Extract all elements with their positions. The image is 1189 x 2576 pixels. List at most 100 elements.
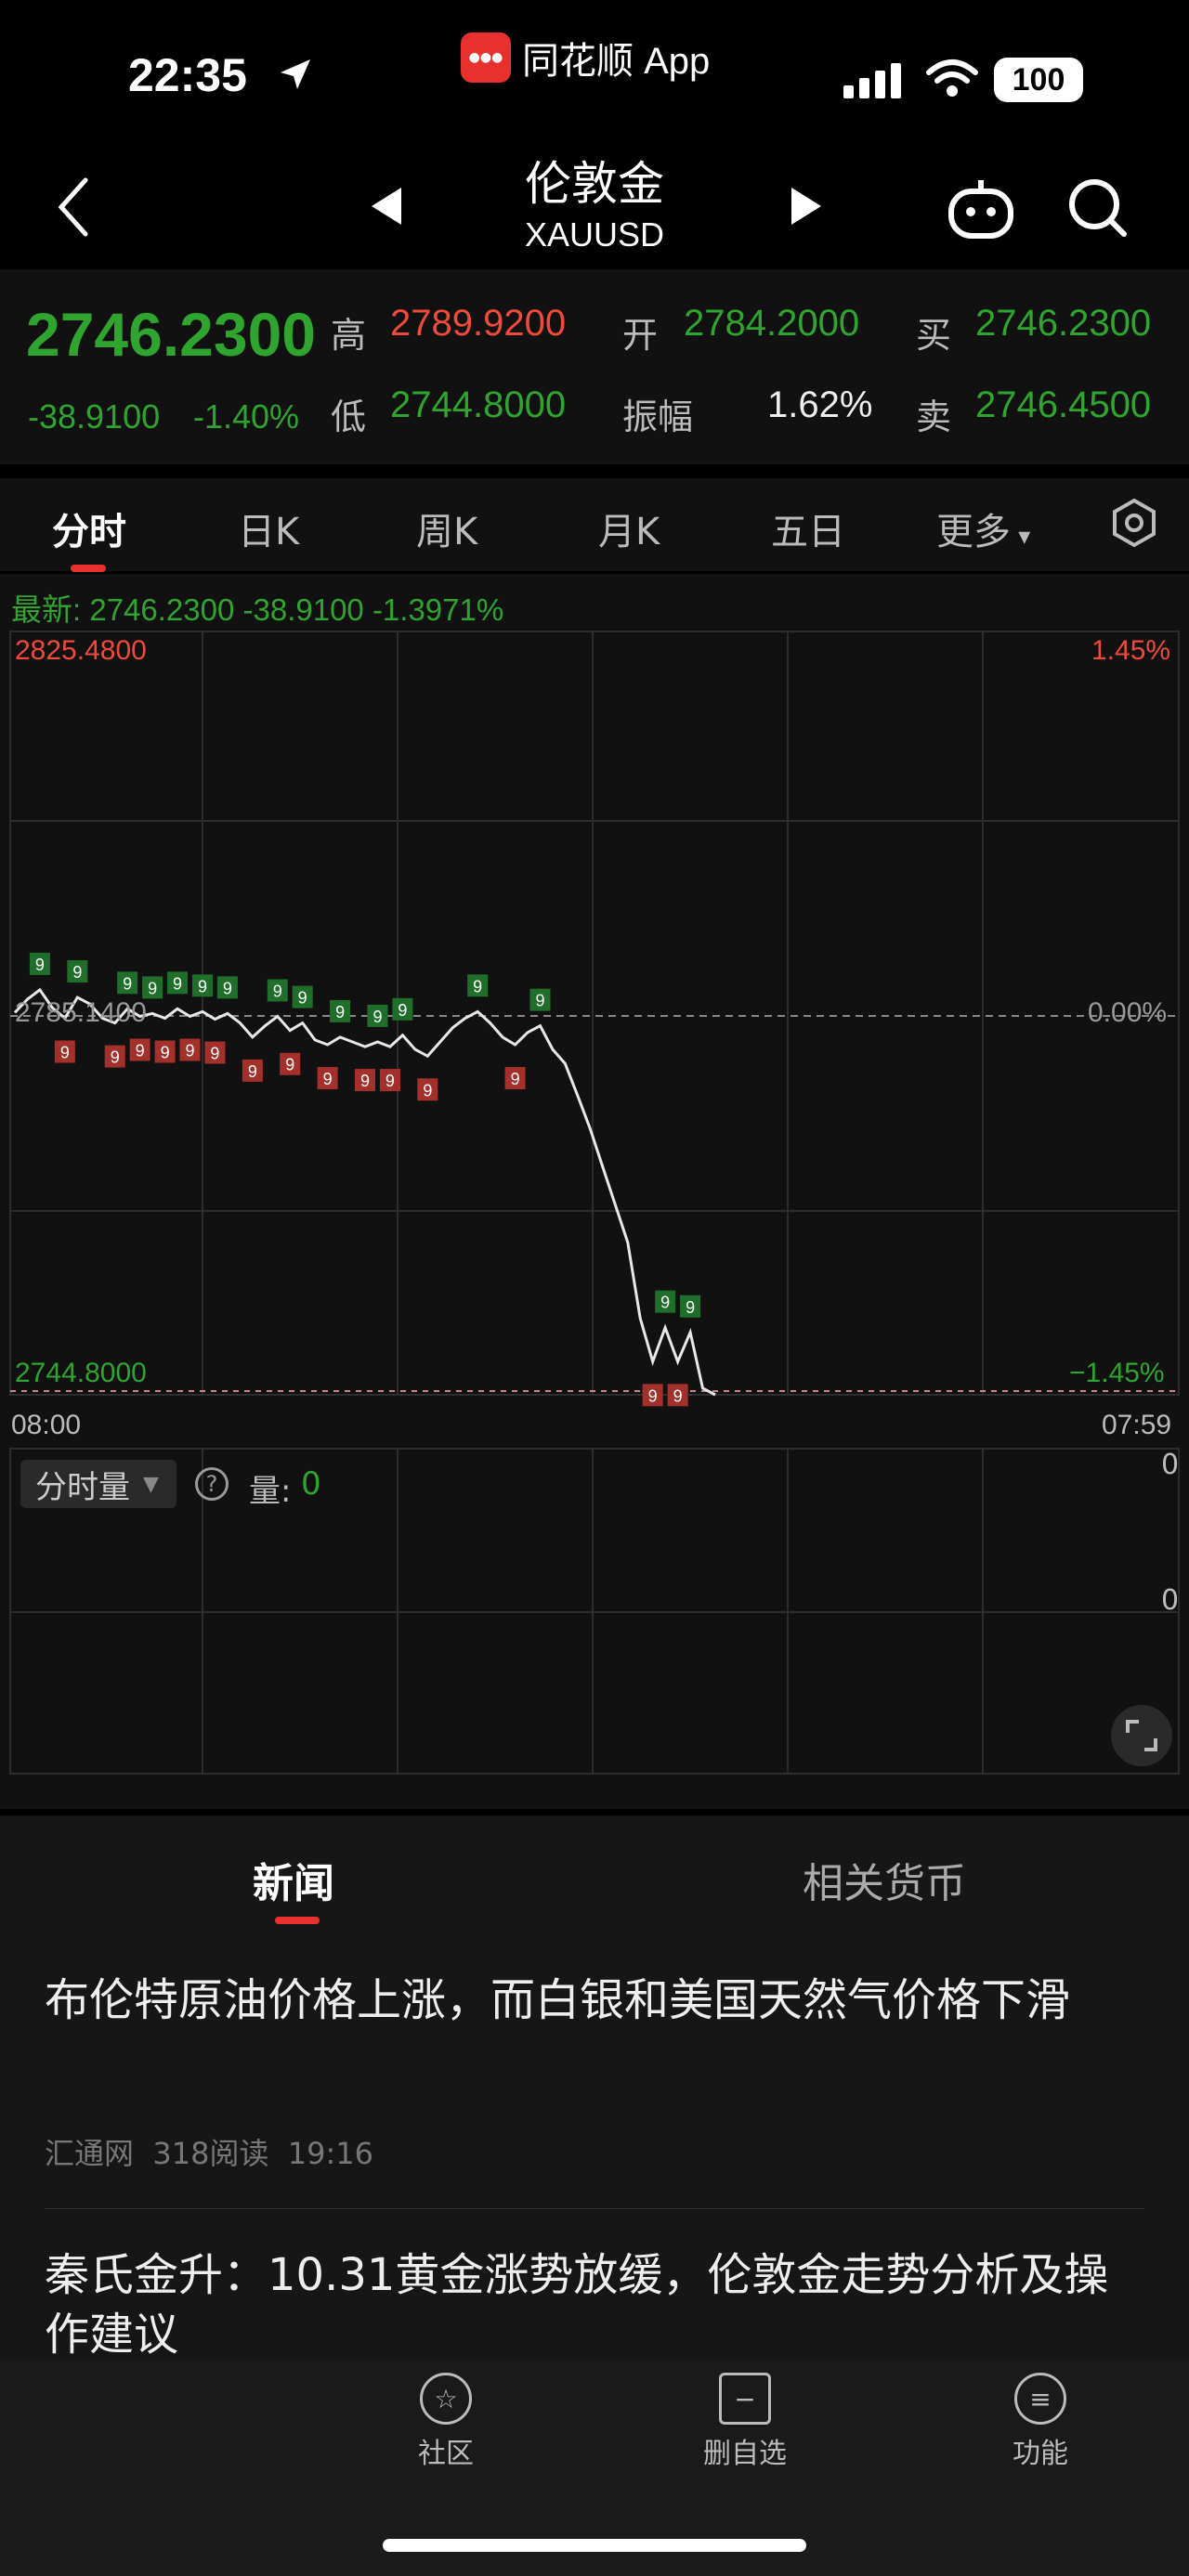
news-reads: 318阅读 bbox=[152, 2136, 269, 2171]
search-icon[interactable] bbox=[1066, 176, 1130, 243]
bottom-nav-functions[interactable]: ≡ 功能 bbox=[975, 2373, 1105, 2471]
y-axis-max: 2825.4800 bbox=[15, 635, 147, 666]
signal-marker-label: 9 bbox=[173, 974, 182, 993]
bottom-nav-community[interactable]: ☆ 社区 bbox=[381, 2373, 511, 2471]
buy-value: 2746.2300 bbox=[975, 303, 1152, 344]
news-source: 汇通网 bbox=[45, 2136, 135, 2171]
signal-marker-label: 9 bbox=[198, 977, 207, 995]
signal-marker-label: 9 bbox=[161, 1044, 170, 1062]
open-label: 开 bbox=[622, 315, 659, 356]
signal-marker-label: 9 bbox=[335, 1003, 345, 1021]
community-icon: ☆ bbox=[420, 2373, 472, 2425]
signal-marker-label: 9 bbox=[60, 1044, 70, 1062]
pct-axis-min: −1.45% bbox=[1069, 1358, 1165, 1388]
tab-weekly-k[interactable]: 周K bbox=[416, 501, 477, 555]
news-item-title[interactable]: 秦氏金升：10.31黄金涨势放缓，伦敦金走势分析及操作建议 bbox=[45, 2245, 1150, 2364]
signal-marker-label: 9 bbox=[273, 982, 282, 1000]
tab-five-day[interactable]: 五日 bbox=[771, 501, 845, 555]
chart-grid bbox=[9, 631, 1180, 1775]
chart-settings-icon[interactable] bbox=[1109, 498, 1159, 552]
price-change-pct: -1.40% bbox=[193, 397, 300, 436]
signal-marker-label: 9 bbox=[398, 1001, 407, 1020]
signal-marker-label: 9 bbox=[136, 1041, 145, 1060]
signal-marker-label: 9 bbox=[111, 1048, 120, 1067]
open-value: 2784.2000 bbox=[684, 303, 860, 344]
tab-intraday[interactable]: 分时 bbox=[52, 501, 126, 555]
y-axis-mid: 2785.1400 bbox=[15, 997, 147, 1028]
buy-label: 买 bbox=[916, 315, 952, 356]
tab-related-currency[interactable]: 相关货币 bbox=[803, 1850, 966, 1909]
signal-marker-label: 9 bbox=[185, 1041, 194, 1060]
tab-news[interactable]: 新闻 bbox=[253, 1850, 334, 1909]
tab-daily-k[interactable]: 日K bbox=[238, 501, 299, 555]
signal-marker-label: 9 bbox=[360, 1072, 370, 1090]
signal-marker-label: 9 bbox=[535, 992, 544, 1010]
signal-marker-label: 9 bbox=[148, 979, 157, 997]
caret-down-icon: ▼ bbox=[143, 1472, 159, 1496]
signal-marker-label: 9 bbox=[423, 1081, 432, 1099]
price-change: -38.9100 bbox=[28, 397, 161, 436]
remove-watchlist-icon: − bbox=[719, 2373, 771, 2425]
x-axis-end: 07:59 bbox=[1102, 1410, 1172, 1440]
next-item-icon[interactable] bbox=[788, 186, 825, 230]
amplitude-value: 1.62% bbox=[767, 384, 873, 425]
signal-marker-label: 9 bbox=[660, 1294, 670, 1312]
sell-label: 卖 bbox=[916, 397, 952, 437]
news-item-meta: 汇通网 318阅读 19:16 bbox=[45, 2130, 373, 2173]
news-tab-indicator bbox=[275, 1917, 320, 1924]
volume-selector[interactable]: 分时量 ▼ bbox=[20, 1460, 176, 1508]
active-tab-indicator bbox=[71, 565, 106, 572]
signal-marker-label: 9 bbox=[35, 956, 45, 974]
app-indicator[interactable]: ●●● 同花顺 App bbox=[461, 33, 711, 83]
fullscreen-icon[interactable] bbox=[1111, 1705, 1172, 1766]
signal-marker-label: 9 bbox=[223, 979, 232, 997]
signal-marker-label: 9 bbox=[298, 989, 307, 1008]
signal-marker-label: 9 bbox=[385, 1072, 395, 1090]
help-icon[interactable]: ? bbox=[195, 1467, 229, 1501]
high-label: 高 bbox=[331, 315, 367, 356]
bottom-nav-label: 删自选 bbox=[703, 2438, 787, 2470]
app-logo-icon: ●●● bbox=[461, 33, 511, 83]
high-value: 2789.9200 bbox=[390, 303, 567, 344]
news-item-title[interactable]: 布伦特原油价格上涨，而白银和美国天然气价格下滑 bbox=[45, 1971, 1150, 2030]
sell-value: 2746.4500 bbox=[975, 384, 1152, 425]
pct-axis-mid: 0.00% bbox=[1088, 997, 1168, 1028]
signal-marker-label: 9 bbox=[285, 1056, 294, 1074]
signal-marker-label: 9 bbox=[210, 1045, 219, 1063]
status-time: 22:35 bbox=[128, 49, 247, 101]
bottom-nav-label: 功能 bbox=[1013, 2438, 1068, 2470]
pct-axis-max: 1.45% bbox=[1091, 635, 1171, 666]
tab-monthly-k[interactable]: 月K bbox=[598, 501, 660, 555]
menu-icon: ≡ bbox=[1014, 2373, 1066, 2425]
bottom-nav-remove-watchlist[interactable]: − 删自选 bbox=[680, 2373, 810, 2471]
volume-axis-mid: 0 bbox=[1161, 1584, 1180, 1617]
news-divider bbox=[45, 2208, 1144, 2209]
bottom-nav-label: 社区 bbox=[418, 2438, 474, 2470]
signal-marker-label: 9 bbox=[511, 1070, 520, 1088]
signal-marker-label: 9 bbox=[648, 1386, 658, 1405]
battery-indicator: 100 bbox=[994, 58, 1083, 102]
news-time: 19:16 bbox=[287, 2136, 374, 2171]
wifi-icon bbox=[925, 58, 979, 102]
home-indicator bbox=[383, 2539, 806, 2552]
volume-axis-top: 0 bbox=[1161, 1449, 1180, 1481]
app-name: 同花顺 App bbox=[522, 41, 711, 82]
volume-value: 0 bbox=[301, 1465, 321, 1503]
robot-assistant-icon[interactable] bbox=[946, 176, 1016, 245]
volume-selector-label: 分时量 bbox=[35, 1468, 130, 1506]
intraday-chart[interactable]: 9999999999999999999999999999999 bbox=[0, 622, 1189, 1783]
signal-marker-label: 9 bbox=[248, 1062, 257, 1081]
signal-marker-label: 9 bbox=[473, 977, 482, 995]
tab-more[interactable]: 更多 ▾ bbox=[936, 501, 1030, 555]
signal-marker-label: 9 bbox=[686, 1298, 695, 1317]
signal-icon bbox=[842, 59, 907, 104]
signal-marker-label: 9 bbox=[323, 1070, 333, 1088]
current-price: 2746.2300 bbox=[26, 300, 316, 369]
low-value: 2744.8000 bbox=[390, 384, 567, 425]
amplitude-label: 振幅 bbox=[622, 397, 694, 437]
signal-marker-label: 9 bbox=[372, 1008, 382, 1026]
volume-label: 量: bbox=[249, 1473, 292, 1510]
tab-more-label: 更多 bbox=[936, 511, 1011, 553]
low-label: 低 bbox=[331, 397, 367, 437]
y-axis-min: 2744.8000 bbox=[15, 1358, 147, 1388]
